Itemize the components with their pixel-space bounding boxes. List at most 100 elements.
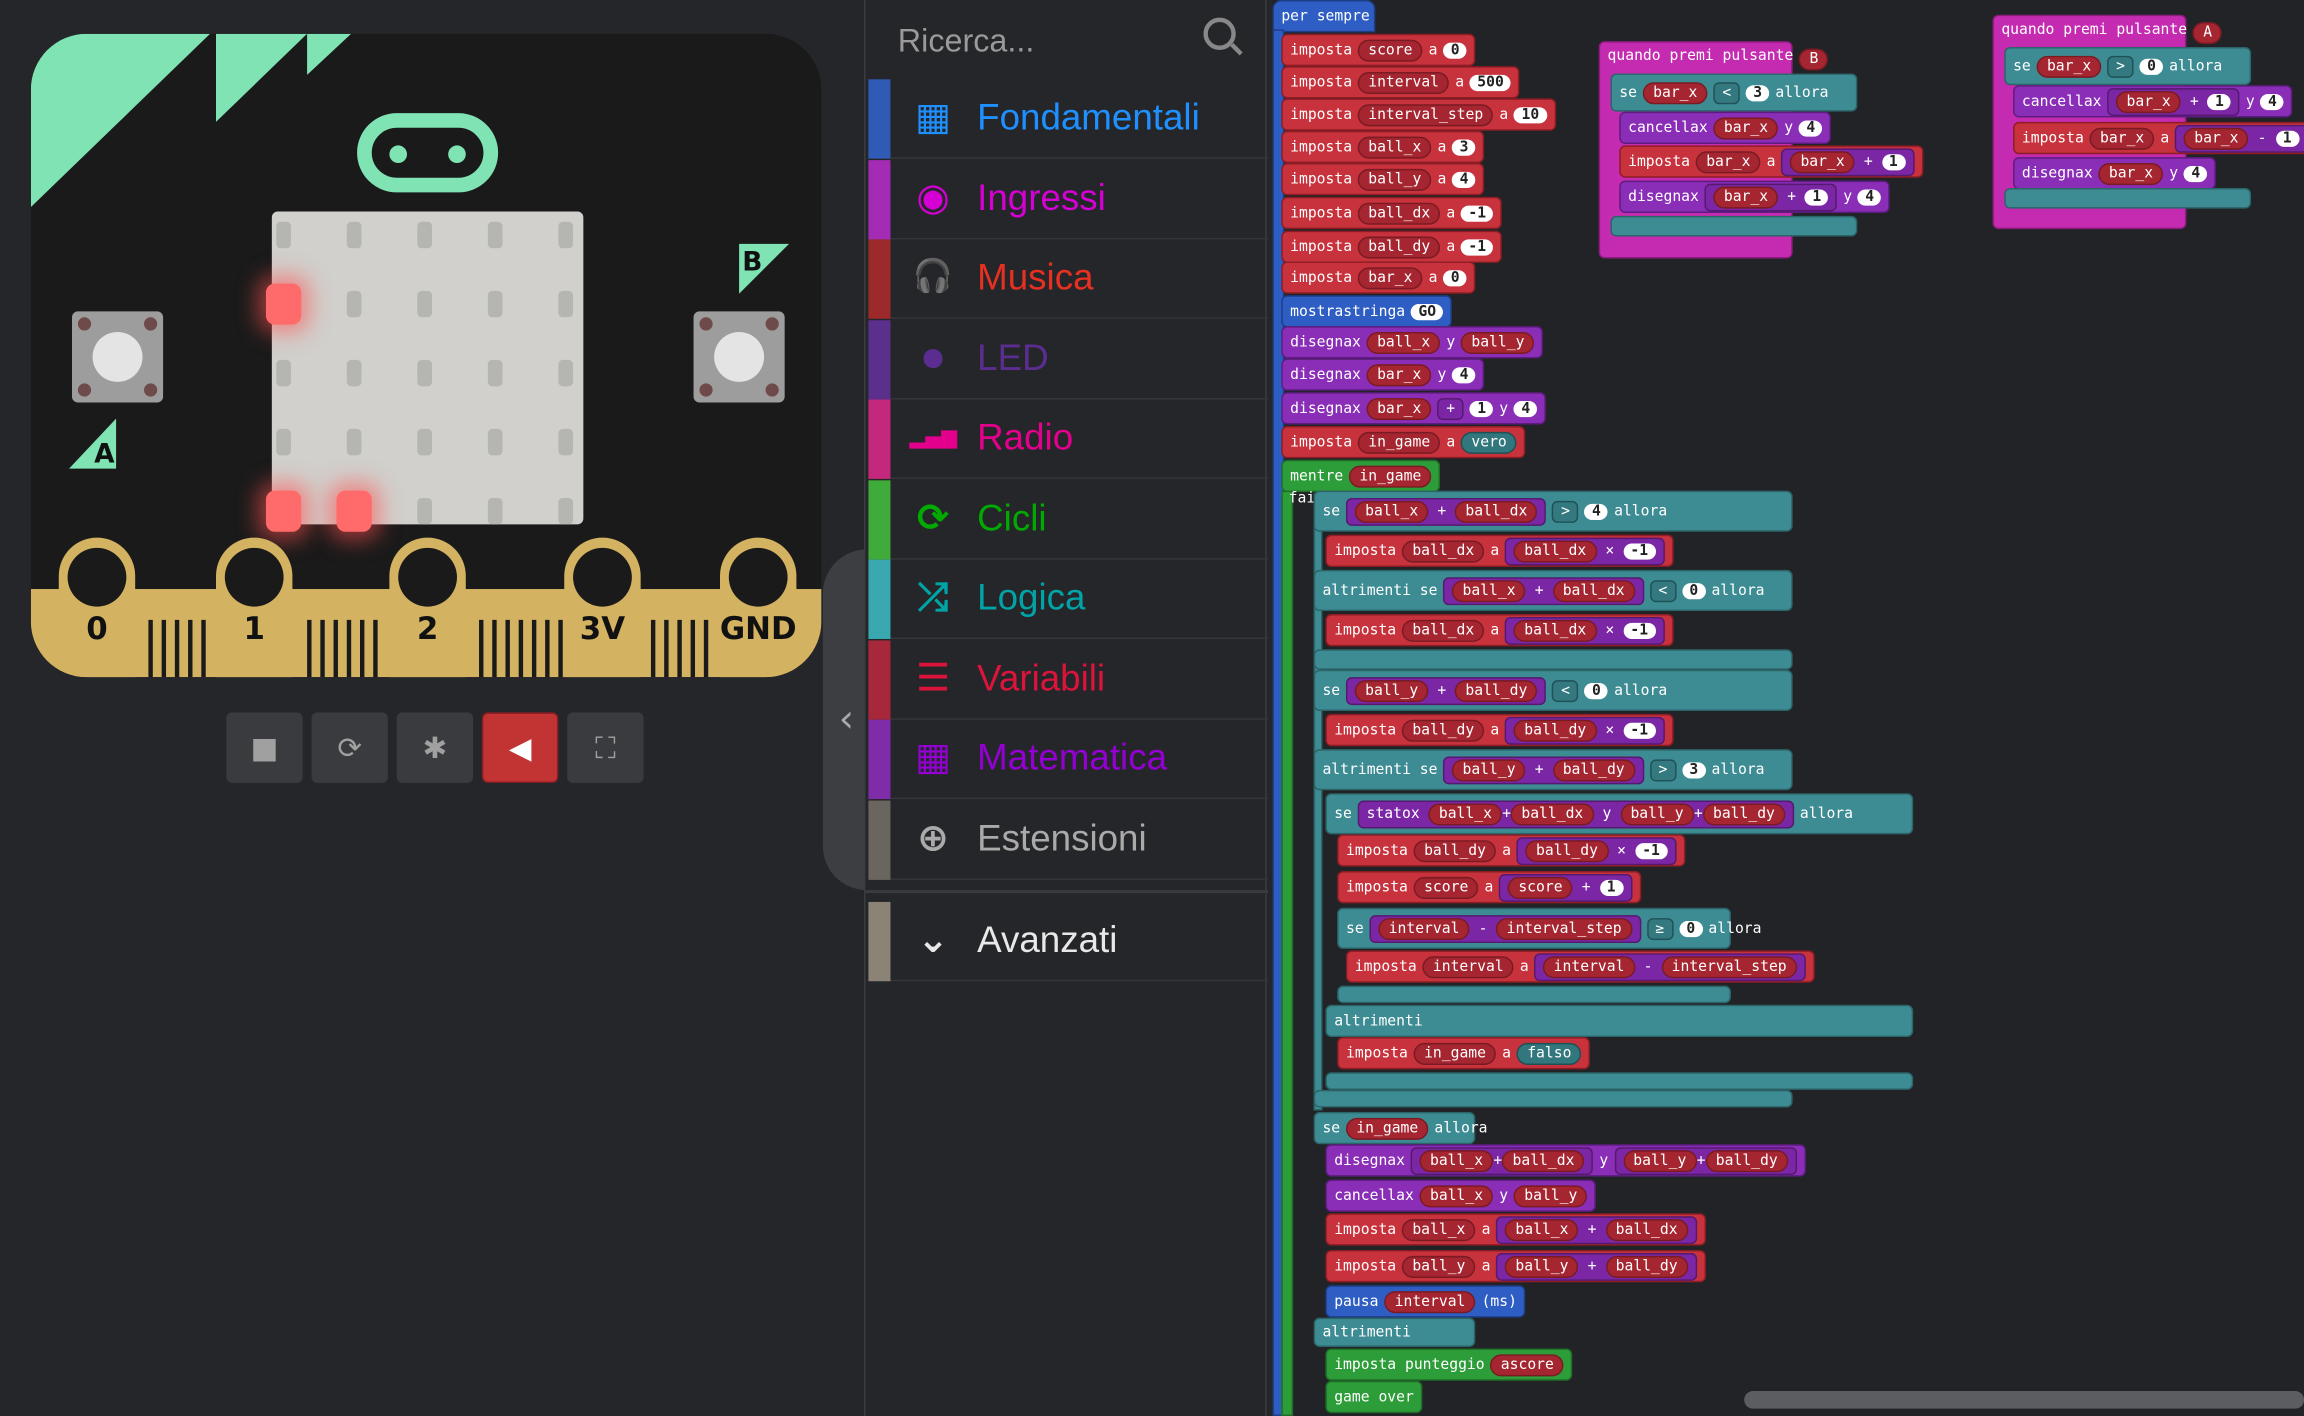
set-dx-neg-block-2[interactable]: imposta ball_dx a ball_dx × -1 bbox=[1325, 614, 1674, 647]
pin-gnd[interactable]: GND bbox=[720, 537, 797, 678]
edge-comb bbox=[558, 619, 563, 678]
elseif-ball-y-block[interactable]: altrimenti se ball_y + ball_dy >3 allora bbox=[1313, 749, 1793, 791]
toolbox-category-cicli[interactable]: ⟳ Cicli bbox=[868, 479, 1269, 559]
set-dy-neg-block[interactable]: imposta ball_dy a ball_dy × -1 bbox=[1325, 713, 1674, 747]
pause-block[interactable]: pausa interval (ms) bbox=[1325, 1285, 1526, 1318]
search-box[interactable]: Ricerca... bbox=[865, 0, 1268, 79]
elseif-ball-x-block[interactable]: altrimenti se ball_x + ball_dx <0 allora bbox=[1313, 569, 1793, 612]
search-input[interactable]: Ricerca... bbox=[898, 22, 1035, 60]
while-rail bbox=[1281, 490, 1294, 1416]
toolbox-category-label: Fondamentali bbox=[977, 96, 1200, 139]
pin-3v[interactable]: 3V bbox=[564, 537, 641, 678]
loop-icon: ⟳ bbox=[917, 495, 950, 540]
horizontal-scrollbar[interactable] bbox=[1744, 1391, 2304, 1409]
if-ball-y-block[interactable]: se ball_y + ball_dy <0 allora bbox=[1313, 669, 1793, 711]
set-score-block[interactable]: imposta score a 0 bbox=[1281, 33, 1476, 67]
toolbox-category-avanzati[interactable]: ⌄ Avanzati bbox=[868, 901, 1269, 982]
plot-bar-plus-block[interactable]: disegnax bar_x +1 y 4 bbox=[1281, 392, 1547, 425]
grid-icon: ▦ bbox=[915, 95, 952, 140]
if-end-bar bbox=[1313, 649, 1793, 670]
if-ball-x-block[interactable]: se ball_x + ball_dx >4 allora bbox=[1313, 490, 1793, 532]
toolbox-category-label: Variabili bbox=[977, 657, 1106, 699]
edge-comb bbox=[518, 619, 524, 678]
set-in-game-false-block[interactable]: imposta in_game a falso bbox=[1337, 1037, 1591, 1070]
fullscreen-icon[interactable]: ⛶ bbox=[567, 712, 644, 783]
if-interval-block[interactable]: se interval - interval_step ≥0 allora bbox=[1337, 907, 1761, 949]
plot-next-block[interactable]: disegnax ball_x + ball_dx y ball_y + ball_dy bbox=[1325, 1144, 1806, 1177]
if-ball-y-end bbox=[1313, 1089, 1793, 1108]
set-score-block-2[interactable]: imposta punteggio ascore bbox=[1325, 1348, 1573, 1381]
button-b[interactable] bbox=[693, 311, 785, 403]
set-bar-inc-block[interactable]: imposta bar_x a bar_x + 1 bbox=[1619, 145, 1923, 178]
led-cell bbox=[276, 359, 291, 387]
toolbox-category-matematica[interactable]: ▦ Matematica bbox=[868, 719, 1269, 800]
headphones-icon: 🎧 bbox=[912, 258, 954, 296]
toolbox-category-label: LED bbox=[977, 337, 1049, 379]
set-in-game-block[interactable]: imposta in_game a vero bbox=[1281, 425, 1526, 459]
led-cell bbox=[487, 221, 503, 249]
signal-icon: ▂▄▆ bbox=[909, 425, 958, 450]
set-ball-x-block[interactable]: imposta ball_x a 3 bbox=[1281, 130, 1485, 164]
set-ball-x-move-block[interactable]: imposta ball_x a ball_x + ball_dx bbox=[1325, 1213, 1706, 1246]
mute-icon[interactable]: ◀ bbox=[481, 712, 559, 783]
game-over-block[interactable]: game over bbox=[1325, 1380, 1423, 1414]
button-a[interactable] bbox=[72, 311, 164, 403]
set-bar-dec-block[interactable]: imposta bar_x a bar_x - 1 bbox=[2013, 121, 2304, 155]
edge-comb bbox=[148, 619, 153, 678]
led-cell bbox=[487, 359, 503, 387]
if-in-game-block[interactable]: se in_game allora bbox=[1313, 1111, 1488, 1145]
plot-ball-block[interactable]: disegnax ball_x y ball_y bbox=[1281, 326, 1544, 359]
plot-bar-a-block[interactable]: disegnax bar_x y 4 bbox=[2013, 157, 2217, 190]
toolbox-category-estensioni[interactable]: ⊕ Estensioni bbox=[868, 799, 1269, 880]
toolbox-category-led[interactable]: ⏺ LED bbox=[868, 319, 1269, 399]
set-ball-y-block[interactable]: imposta ball_y a 4 bbox=[1281, 163, 1485, 196]
else-game-block[interactable]: altrimenti bbox=[1313, 1317, 1476, 1347]
stop-icon[interactable]: ■ bbox=[226, 712, 303, 783]
edge-comb bbox=[531, 619, 537, 678]
led-cell bbox=[558, 221, 574, 249]
debug-icon[interactable]: ✱ bbox=[396, 712, 474, 783]
set-dy-bounce-block[interactable]: imposta ball_dy a ball_dy × -1 bbox=[1337, 834, 1685, 867]
toolbox-category-radio[interactable]: ▂▄▆ Radio bbox=[868, 399, 1269, 479]
if-bar-lt-block[interactable]: se bar_x <3 allora bbox=[1610, 73, 1858, 112]
pin-1[interactable]: 1 bbox=[216, 537, 293, 678]
plot-bar-block[interactable]: disegnax bar_x y 4 bbox=[1281, 358, 1485, 391]
toolbox: Ricerca... ▦ Fondamentali ◉ Ingressi 🎧 Musica… bbox=[864, 0, 1269, 1416]
collapse-simulator-chevron-icon[interactable]: ‹ bbox=[822, 549, 870, 891]
restart-icon[interactable]: ⟳ bbox=[311, 712, 388, 783]
pin-0[interactable]: 0 bbox=[58, 537, 136, 678]
led-cell bbox=[346, 290, 362, 318]
set-ball-dy-block[interactable]: imposta ball_dy a -1 bbox=[1281, 230, 1503, 263]
unplot-block[interactable]: cancellax ball_x y ball_y bbox=[1325, 1179, 1597, 1212]
toolbox-category-fondamentali[interactable]: ▦ Fondamentali bbox=[868, 79, 1269, 159]
set-interval-dec-block[interactable]: imposta interval a interval - interval_step bbox=[1345, 950, 1815, 983]
set-interval-block[interactable]: imposta interval a 500 bbox=[1281, 66, 1520, 99]
led-cell bbox=[336, 490, 372, 532]
else-block[interactable]: altrimenti bbox=[1325, 1004, 1914, 1038]
toolbox-category-musica[interactable]: 🎧 Musica bbox=[868, 239, 1269, 319]
set-ball-y-move-block[interactable]: imposta ball_y a ball_y + ball_dy bbox=[1325, 1250, 1706, 1283]
set-bar-x-block[interactable]: imposta bar_x a 0 bbox=[1281, 261, 1476, 294]
show-string-block[interactable]: mostrastringa GO bbox=[1281, 295, 1453, 328]
set-interval-step-block[interactable]: imposta interval_step a 10 bbox=[1281, 98, 1556, 131]
code-workspace[interactable]: per sempre imposta score a 0 imposta interva… bbox=[1272, 0, 2304, 1416]
set-dx-neg-block[interactable]: imposta ball_dx a ball_dx × -1 bbox=[1325, 534, 1674, 567]
led-cell bbox=[558, 359, 574, 387]
if-bar-gt-block[interactable]: se bar_x >0 allora bbox=[2004, 47, 2252, 86]
if-point-block[interactable]: se statox ball_x + ball_dx y ball_y + ball_dy… bbox=[1325, 793, 1914, 835]
unplot-bar-a-block[interactable]: cancellax bar_x + 1y4 bbox=[2013, 85, 2293, 118]
search-icon[interactable] bbox=[1203, 17, 1236, 50]
plot-bar-b-block[interactable]: disegnax bar_x + 1y4 bbox=[1619, 180, 1891, 213]
set-ball-dx-block[interactable]: imposta ball_dx a -1 bbox=[1281, 196, 1503, 230]
led-cell bbox=[487, 428, 503, 456]
toolbox-category-variabili[interactable]: ☰ Variabili bbox=[868, 639, 1269, 720]
edge-comb bbox=[333, 619, 338, 678]
microbit-board: A B 0 1 2 3V GND bbox=[30, 33, 822, 678]
forever-block[interactable]: per sempre bbox=[1272, 0, 1376, 33]
toolbox-category-logica[interactable]: ⤮ Logica bbox=[868, 559, 1269, 639]
pin-2[interactable]: 2 bbox=[389, 537, 466, 678]
set-score-inc-block[interactable]: imposta score a score + 1 bbox=[1337, 871, 1641, 904]
led-cell bbox=[265, 490, 302, 532]
toolbox-category-ingressi[interactable]: ◉ Ingressi bbox=[868, 159, 1269, 239]
unplot-bar-b-block[interactable]: cancellax bar_x y 4 bbox=[1619, 111, 1832, 144]
